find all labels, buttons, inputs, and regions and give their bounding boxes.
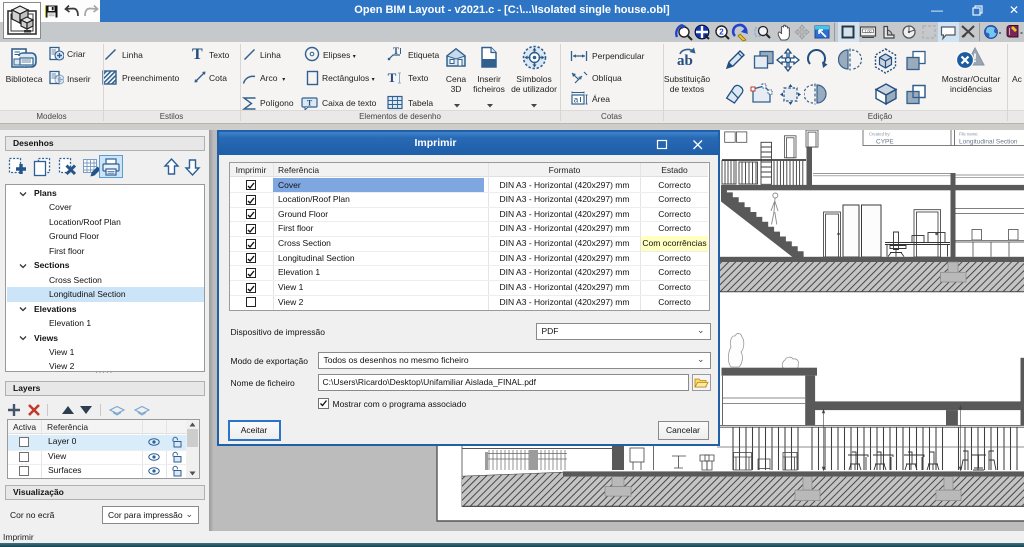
- svg-text:Created by:: Created by:: [869, 132, 891, 137]
- svg-text:File name:: File name:: [959, 132, 979, 137]
- svg-text:Longitudinal Section: Longitudinal Section: [959, 139, 1018, 146]
- svg-text:CYPE: CYPE: [876, 139, 894, 146]
- svg-text:T: T: [388, 70, 397, 85]
- svg-text:T: T: [393, 46, 399, 56]
- svg-text:a: a: [574, 96, 579, 105]
- svg-text:T: T: [307, 99, 313, 108]
- svg-text:ab: ab: [677, 53, 693, 69]
